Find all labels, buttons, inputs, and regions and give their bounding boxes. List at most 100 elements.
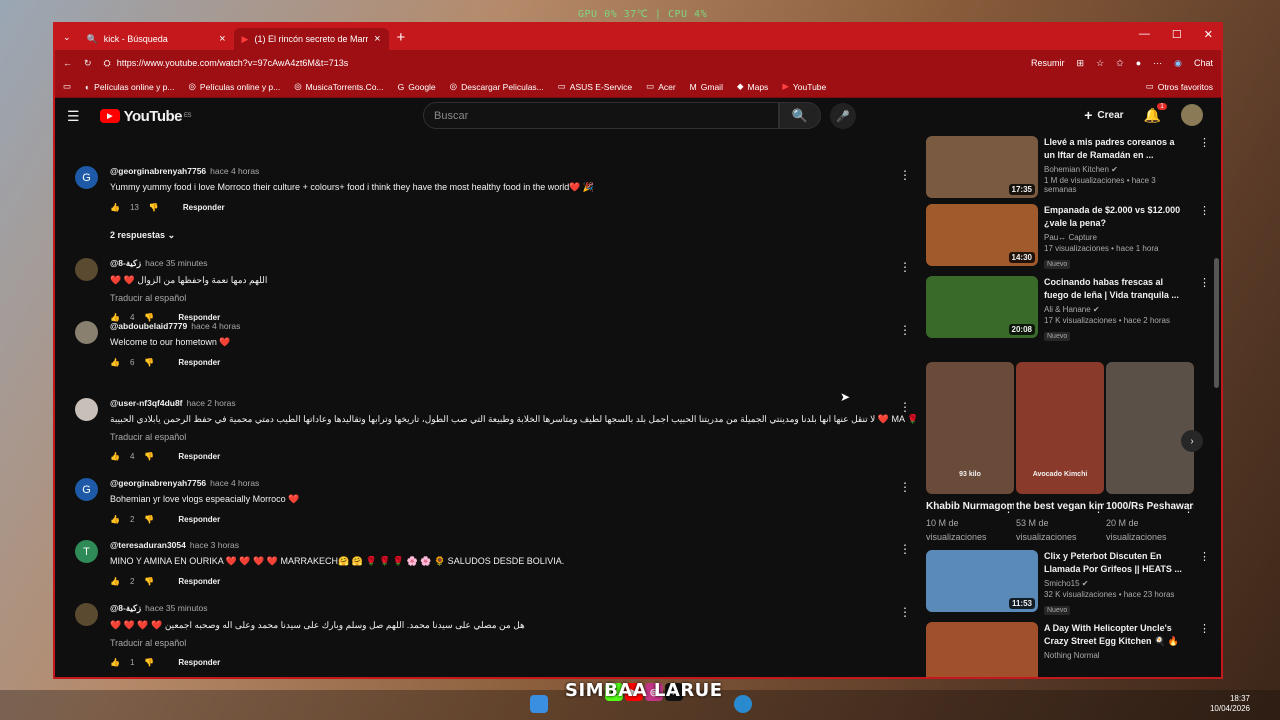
like-icon[interactable]: 👍 [110,203,120,212]
video-thumbnail[interactable]: 17:35 [926,136,1038,198]
chat-button[interactable]: Chat [1194,58,1213,68]
avatar[interactable]: T [75,540,98,563]
video-menu-icon[interactable]: ⋮ [1199,204,1210,217]
create-button[interactable]: + Crear [1084,107,1123,123]
video-title[interactable]: Llevé a mis padres coreanos a un Iftar d… [1044,136,1184,162]
bookmark-item[interactable]: ▭ Acer [646,81,676,92]
video-channel[interactable]: Pau↔ Capture [1044,233,1184,242]
comment-author[interactable]: @زكية-8 [110,603,141,613]
video-card[interactable]: A Day With Helicopter Uncle's Crazy Stre… [924,622,1216,677]
comment-menu-icon[interactable]: ⋮ [899,260,911,274]
dislike-icon[interactable]: 👎 [144,658,154,667]
close-tab-icon[interactable]: × [219,33,225,45]
comment-menu-icon[interactable]: ⋮ [899,168,911,182]
comment-menu-icon[interactable]: ⋮ [899,542,911,556]
menu-icon[interactable]: ☰ [67,108,80,125]
replies-toggle[interactable]: 2 respuestas ⌄ [110,230,890,241]
bookmark-item[interactable]: ◐ Películas online y p... [85,82,174,92]
avatar[interactable] [75,398,98,421]
dislike-icon[interactable]: 👎 [149,203,159,212]
bookmark-item[interactable]: ▭ ASUS E-Service [558,81,632,92]
favorite-icon[interactable]: ☆ [1096,58,1104,69]
bookmark-item[interactable]: G Google [398,82,436,92]
short-menu-icon[interactable]: ⋮ [1183,502,1194,515]
avatar[interactable] [75,603,98,626]
like-icon[interactable]: 👍 [110,577,120,586]
back-icon[interactable]: ← [63,58,72,68]
new-tab-button[interactable]: + [397,29,406,46]
favorites-list-icon[interactable]: ✩ [1116,58,1124,69]
apps-icon[interactable]: ⊞ [1077,58,1085,69]
minimize-icon[interactable]: — [1139,28,1150,41]
like-icon[interactable]: 👍 [110,658,120,667]
comment-author[interactable]: @abdoubelaid7779 [110,321,187,331]
video-menu-icon[interactable]: ⋮ [1199,136,1210,149]
site-info-icon[interactable]: ⛭ [104,58,111,69]
video-card[interactable]: 20:08 Cocinando habas frescas al fuego d… [924,276,1216,341]
video-channel[interactable]: Bohemian Kitchen ✔ [1044,165,1184,174]
copilot-icon[interactable]: ◉ [1174,58,1182,69]
close-tab-icon[interactable]: × [374,33,380,45]
bookmark-item[interactable]: ◎ Películas online y p... [189,81,281,92]
video-menu-icon[interactable]: ⋮ [1199,622,1210,635]
youtube-logo[interactable]: ▶ YouTube ES [99,108,192,125]
comment-menu-icon[interactable]: ⋮ [899,605,911,619]
comment-menu-icon[interactable]: ⋮ [899,400,911,414]
comment-menu-icon[interactable]: ⋮ [899,480,911,494]
comment-author[interactable]: @georginabrenyah7756 [110,166,206,176]
bookmark-item[interactable]: M Gmail [690,82,723,92]
reply-button[interactable]: Responder [183,203,225,212]
avatar[interactable] [75,321,98,344]
comment-time[interactable]: hace 3 horas [190,540,239,550]
translate-link[interactable]: Traducir al español [110,432,890,442]
short-title[interactable]: Khabib Nurmagom... [926,501,1014,512]
bookmark-item[interactable]: ▶ YouTube [782,81,826,92]
short-menu-icon[interactable]: ⋮ [1093,502,1104,515]
reply-button[interactable]: Responder [178,577,220,586]
notifications-button[interactable]: 🔔 1 [1144,102,1167,124]
translate-link[interactable]: Traducir al español [110,293,890,303]
short-title[interactable]: 1000/Rs Peshawari ... [1106,501,1194,512]
video-channel[interactable]: Smicho15 ✔ [1044,579,1184,588]
comment-time[interactable]: hace 4 horas [210,166,259,176]
avatar[interactable] [75,258,98,281]
short-title[interactable]: the best vegan kimc... [1016,501,1104,512]
bookmark-item[interactable]: ◎ MusicaTorrents.Co... [294,81,383,92]
bookmark-item[interactable]: ◎ Descargar Peliculas... [450,81,544,92]
refresh-icon[interactable]: ↻ [84,58,92,69]
dislike-icon[interactable]: 👎 [144,452,154,461]
comment-menu-icon[interactable]: ⋮ [899,323,911,337]
tab-actions-icon[interactable]: ⌄ [63,32,71,43]
maximize-icon[interactable]: ☐ [1172,28,1182,41]
like-icon[interactable]: 👍 [110,358,120,367]
reply-button[interactable]: Responder [178,515,220,524]
short-card[interactable]: 93 kilo Khabib Nurmagom... 10 M de visua… [926,362,1014,544]
bookmark-item[interactable]: ◆ Maps [737,81,768,92]
video-card[interactable]: 14:30 Empanada de $2.000 vs $12.000 ¿val… [924,204,1216,269]
video-thumbnail[interactable] [926,622,1038,677]
profile-icon[interactable]: ● [1136,58,1141,68]
dislike-icon[interactable]: 👎 [144,358,154,367]
avatar[interactable]: G [75,166,98,189]
comment-time[interactable]: hace 35 minutos [145,603,207,613]
video-thumbnail[interactable]: 20:08 [926,276,1038,338]
reply-button[interactable]: Responder [178,452,220,461]
video-title[interactable]: A Day With Helicopter Uncle's Crazy Stre… [1044,622,1184,648]
comment-author[interactable]: @georginabrenyah7756 [110,478,206,488]
video-title[interactable]: Empanada de $2.000 vs $12.000 ¿vale la p… [1044,204,1184,230]
summarize-button[interactable]: Resumir [1031,58,1065,68]
comment-time[interactable]: hace 2 horas [187,398,236,408]
comment-time[interactable]: hace 4 horas [191,321,240,331]
translate-link[interactable]: Traducir al español [110,638,890,648]
reply-button[interactable]: Responder [178,358,220,367]
search-button[interactable]: 🔍 [779,102,821,129]
url-field[interactable]: ⛭ https://www.youtube.com/watch?v=97cAwA… [104,58,1019,69]
close-window-icon[interactable]: ✕ [1204,28,1213,41]
scrollbar[interactable] [1214,258,1219,388]
short-thumbnail[interactable] [1106,362,1194,494]
comment-time[interactable]: hace 35 minutes [145,258,207,268]
video-channel[interactable]: Nothing Normal [1044,651,1184,660]
browser-taskbar-icon[interactable] [734,695,752,713]
tab-youtube[interactable]: ▶ (1) El rincón secreto de Marrakech × [233,28,389,50]
bookmark-tabs-icon[interactable]: ▭ [63,81,71,92]
